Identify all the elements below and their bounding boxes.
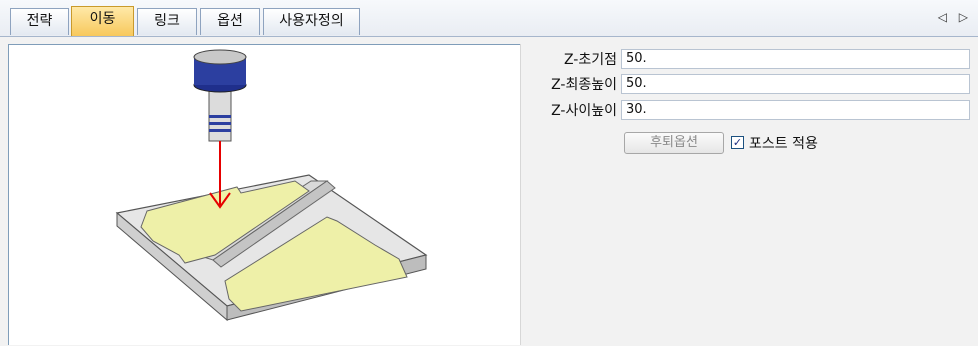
z-final-height-label: Z-최종높이 (551, 77, 617, 93)
tool-band-3 (209, 129, 231, 132)
tab-strip: 전략 이동 링크 옵션 사용자정의 ◁ ▷ (0, 0, 978, 37)
tool-shank (208, 86, 232, 142)
retract-options-button[interactable]: 후퇴옵션 (624, 132, 724, 154)
post-apply-checkbox[interactable]: ✓ (731, 136, 744, 149)
plate-tool-illustration (115, 49, 428, 322)
tab-scroll-arrows[interactable]: ◁ ▷ (938, 10, 972, 24)
z-between-height-label: Z-사이높이 (551, 103, 617, 119)
tab-strategy[interactable]: 전략 (10, 8, 69, 35)
tool-band-1 (209, 115, 231, 118)
z-initial-label: Z-초기점 (563, 52, 617, 68)
move-settings-form: Z-초기점 50. Z-최종높이 50. Z-사이높이 30. 후퇴옵션 ✓ 포… (521, 44, 978, 345)
z-initial-input[interactable]: 50. (621, 49, 970, 69)
tab-move[interactable]: 이동 (71, 6, 134, 36)
tab-options[interactable]: 옵션 (200, 8, 260, 35)
z-between-height-input[interactable]: 30. (621, 100, 970, 120)
post-apply-label[interactable]: 포스트 적용 (749, 133, 818, 153)
move-preview-image (8, 44, 520, 345)
tool-band-2 (209, 122, 231, 125)
tool-holder-top (193, 49, 247, 65)
tab-link[interactable]: 링크 (137, 8, 197, 35)
tab-user-defined[interactable]: 사용자정의 (263, 8, 360, 35)
z-final-height-input[interactable]: 50. (621, 74, 970, 94)
